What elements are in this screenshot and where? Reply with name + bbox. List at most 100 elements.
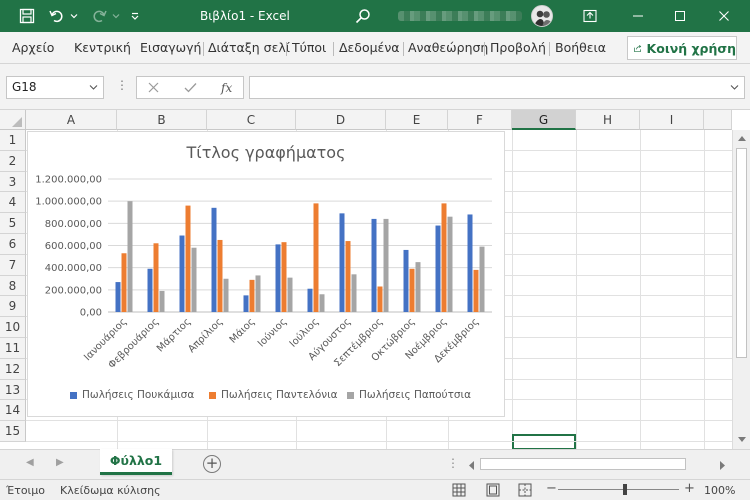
add-sheet-button[interactable]: + [203,455,221,473]
chart-bar[interactable] [255,275,261,312]
chart-bar[interactable] [377,286,383,312]
chart-bar[interactable] [159,290,165,312]
column-header-next[interactable] [704,110,732,130]
column-header-d[interactable]: D [296,110,386,130]
chart-bar[interactable] [147,268,153,312]
chart-bar[interactable] [409,268,415,312]
chart-bar[interactable] [179,235,185,312]
tab-view[interactable]: Προβολή [490,40,546,55]
search-icon[interactable] [352,0,374,32]
column-header-e[interactable]: E [386,110,448,130]
close-icon[interactable] [712,0,736,32]
scroll-down-icon[interactable] [736,434,747,446]
chart-bar[interactable] [243,295,249,312]
chart-bar[interactable] [345,241,351,312]
chart-bar[interactable] [447,216,453,312]
expand-formula-icon[interactable] [730,77,739,101]
chart-plot[interactable]: 0,00 200.000,00 400.000,00 600.000,00 800.00… [28,132,504,416]
cancel-icon[interactable] [148,77,159,98]
select-all-button[interactable] [0,110,26,130]
row-header[interactable]: 6 [0,234,26,255]
formula-input[interactable] [249,76,745,99]
zoom-slider-thumb[interactable] [623,484,627,495]
vertical-scroll-thumb[interactable] [736,148,747,358]
chart-bar[interactable] [191,247,197,312]
chart-bar[interactable] [223,278,229,312]
tab-insert[interactable]: Εισαγωγή [140,40,201,55]
chart-bar[interactable] [287,277,293,312]
zoom-slider[interactable] [558,489,679,490]
chart-bar[interactable] [275,244,281,312]
insert-function-icon[interactable]: fx [221,77,232,98]
row-header[interactable]: 8 [0,275,26,297]
chart-bar[interactable] [115,282,121,312]
chart-bar[interactable] [441,203,447,312]
zoom-in-icon[interactable]: + [684,481,695,496]
zoom-out-icon[interactable]: − [546,481,557,496]
redo-icon[interactable] [88,0,110,32]
tab-split-handle-icon[interactable]: ⋮ [447,456,459,470]
scroll-left-icon[interactable] [468,459,474,473]
legend-item[interactable]: Πωλήσεις Παντελόνια [209,389,338,401]
customize-toolbar-icon[interactable] [128,0,142,32]
row-header[interactable]: 11 [0,338,26,359]
row-header[interactable]: 7 [0,254,26,276]
chart-bar[interactable] [351,274,357,312]
row-header[interactable]: 12 [0,358,26,380]
row-header[interactable]: 9 [0,296,26,318]
scroll-up-icon[interactable] [736,132,747,144]
column-header-i[interactable]: I [640,110,704,130]
column-header-c[interactable]: C [207,110,296,130]
chart-legend[interactable]: Πωλήσεις Πουκάμισα Πωλήσεις Παντελόνια Π… [28,389,504,405]
column-header-f[interactable]: F [448,110,512,130]
chart-bar[interactable] [319,294,325,312]
chart-bar[interactable] [339,213,345,312]
share-button[interactable]: Κοινή χρήση [627,36,737,60]
row-header[interactable]: 15 [0,421,26,442]
row-header[interactable]: 13 [0,379,26,401]
tab-help[interactable]: Βοήθεια [555,40,606,55]
chart-bar[interactable] [185,205,191,312]
sheet-tab-active[interactable]: Φύλλο1 [100,449,172,475]
chevron-down-icon[interactable] [89,77,98,105]
chart[interactable]: Τίτλος γραφήματος 0,00 200.000,00 400.000,… [27,131,505,417]
chart-bar[interactable] [435,225,441,312]
ribbon-display-icon[interactable] [578,0,602,32]
name-box[interactable]: G18 [6,76,104,99]
chart-bar[interactable] [479,246,485,312]
maximize-icon[interactable] [668,0,692,32]
zoom-level[interactable]: 100% [704,484,735,497]
chart-bar[interactable] [127,201,133,312]
vertical-scrollbar[interactable] [732,130,750,449]
tab-page-layout[interactable]: Διάταξη σελί [208,40,290,55]
chart-bar[interactable] [217,239,223,312]
chart-bar[interactable] [307,288,313,312]
undo-dropdown-icon[interactable] [68,0,80,32]
column-header-g[interactable]: G [512,110,576,130]
tab-home[interactable]: Κεντρική [74,40,131,55]
undo-icon[interactable] [46,0,68,32]
column-header-b[interactable]: B [117,110,207,130]
redo-dropdown-icon[interactable] [110,0,122,32]
chart-bar[interactable] [415,262,421,312]
tab-review[interactable]: Αναθεώρηση [408,40,488,55]
legend-item[interactable]: Πωλήσεις Παπούτσια [347,389,471,401]
check-icon[interactable] [184,77,197,98]
page-break-view-icon[interactable] [518,483,532,500]
chart-bar[interactable] [249,279,255,312]
legend-item[interactable]: Πωλήσεις Πουκάμισα [70,389,194,401]
chart-bar[interactable] [211,207,217,312]
chart-bar[interactable] [383,218,389,312]
normal-view-icon[interactable] [452,483,466,500]
chart-bar[interactable] [403,249,409,312]
column-header-h[interactable]: H [576,110,640,130]
chart-bar[interactable] [121,253,127,312]
chart-bar[interactable] [473,269,479,312]
row-header[interactable]: 5 [0,213,26,234]
avatar[interactable] [531,5,553,27]
scroll-right-icon[interactable] [720,459,726,473]
row-header[interactable]: 4 [0,192,26,214]
chart-bar[interactable] [281,242,287,312]
tab-data[interactable]: Δεδομένα [339,40,400,55]
chart-bar[interactable] [313,203,319,312]
